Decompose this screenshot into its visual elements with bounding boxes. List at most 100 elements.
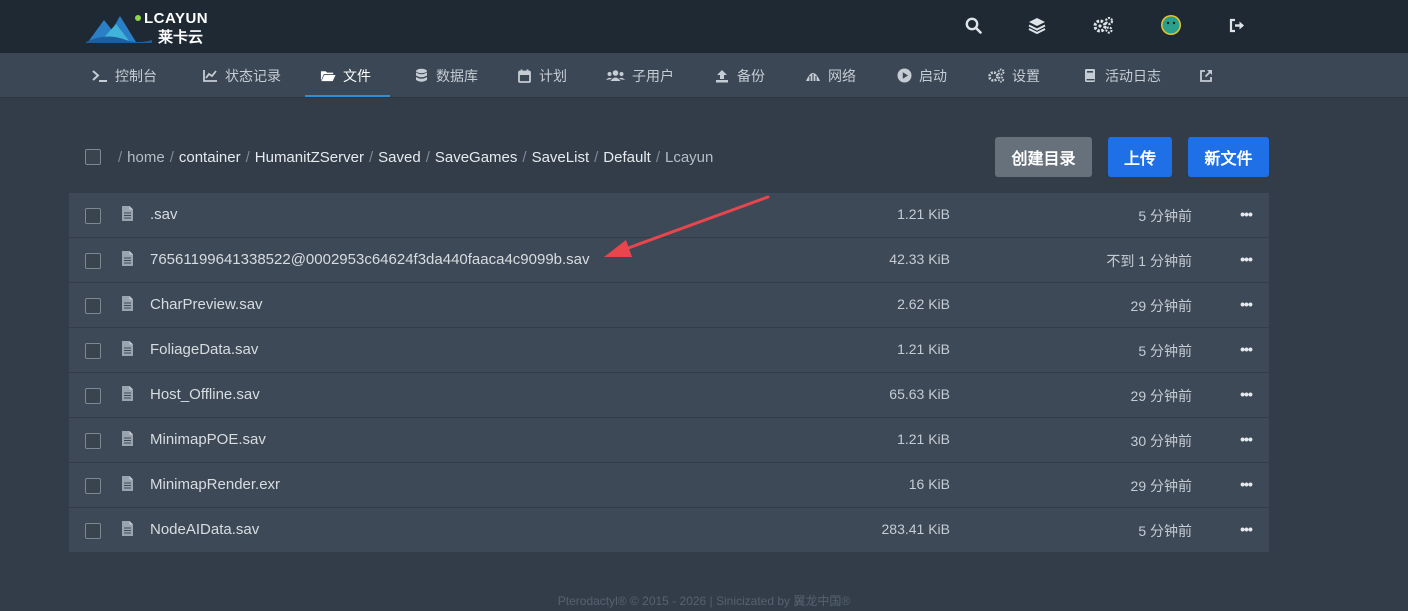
breadcrumb-item[interactable]: home [127, 149, 165, 166]
file-options-button[interactable]: ••• [1239, 341, 1253, 357]
external-link[interactable] [1198, 53, 1214, 98]
file-checkbox[interactable] [85, 343, 101, 359]
tab-files[interactable]: 文件 [320, 53, 371, 98]
file-size: 42.33 KiB [889, 251, 950, 267]
file-name[interactable]: CharPreview.sav [150, 296, 263, 313]
file-modified: 29 分钟前 [1130, 478, 1192, 494]
tab-activity[interactable]: 活动日志 [1082, 53, 1161, 98]
more-options-icon: ••• [1240, 206, 1253, 222]
tab-subusers[interactable]: 子用户 [606, 53, 674, 98]
breadcrumb-item[interactable]: HumanitZServer [255, 149, 364, 166]
tab-label: 启动 [919, 67, 947, 84]
file-options-button[interactable]: ••• [1239, 431, 1253, 447]
file-icon [122, 386, 133, 401]
tab-databases[interactable]: 数据库 [413, 53, 478, 98]
file-size: 1.21 KiB [897, 431, 950, 447]
calendar-icon [516, 68, 532, 84]
file-checkbox[interactable] [85, 208, 101, 224]
file-options-button[interactable]: ••• [1239, 476, 1253, 492]
file-row[interactable]: MinimapRender.exr 16 KiB 29 分钟前 ••• [69, 463, 1269, 508]
file-modified: 5 分钟前 [1138, 343, 1192, 359]
tab-settings[interactable]: 设置 [987, 53, 1040, 98]
file-size: 2.62 KiB [897, 296, 950, 312]
cogs-icon[interactable] [1092, 14, 1114, 36]
file-row[interactable]: .sav 1.21 KiB 5 分钟前 ••• [69, 193, 1269, 238]
tab-label: 设置 [1012, 67, 1040, 84]
file-checkbox[interactable] [85, 433, 101, 449]
file-icon [122, 476, 133, 491]
cogs-icon [987, 68, 1005, 84]
file-row[interactable]: NodeAIData.sav 283.41 KiB 5 分钟前 ••• [69, 508, 1269, 553]
more-options-icon: ••• [1240, 296, 1253, 312]
terminal-icon [92, 68, 108, 84]
breadcrumb-item[interactable]: container [179, 149, 241, 166]
file-row[interactable]: FoliageData.sav 1.21 KiB 5 分钟前 ••• [69, 328, 1269, 373]
tab-schedules[interactable]: 计划 [516, 53, 567, 98]
file-name[interactable]: NodeAIData.sav [150, 521, 259, 538]
file-row[interactable]: 76561199641338522@0002953c64624f3da440fa… [69, 238, 1269, 283]
file-options-button[interactable]: ••• [1239, 521, 1253, 537]
breadcrumb-item[interactable]: SaveGames [435, 149, 518, 166]
logo-text-en: LCAYUN [144, 10, 209, 27]
file-icon [122, 206, 133, 221]
tab-console[interactable]: 控制台 [92, 53, 157, 98]
file-modified: 5 分钟前 [1138, 208, 1192, 224]
new-file-button[interactable]: 新文件 [1188, 137, 1269, 177]
file-row[interactable]: CharPreview.sav 2.62 KiB 29 分钟前 ••• [69, 283, 1269, 328]
active-tab-indicator [305, 95, 390, 97]
file-row[interactable]: MinimapPOE.sav 1.21 KiB 30 分钟前 ••• [69, 418, 1269, 463]
sign-out-icon[interactable] [1226, 14, 1248, 36]
server-nav: 控制台 状态记录 文件 数据库 计划 子用户 备份 网络 启动 设置 活动日志 [0, 53, 1408, 98]
file-name[interactable]: MinimapRender.exr [150, 476, 280, 493]
file-name[interactable]: Host_Offline.sav [150, 386, 260, 403]
file-size: 65.63 KiB [889, 386, 950, 402]
tab-label: 子用户 [632, 67, 674, 84]
file-row[interactable]: Host_Offline.sav 65.63 KiB 29 分钟前 ••• [69, 373, 1269, 418]
more-options-icon: ••• [1240, 251, 1253, 267]
file-icon [122, 431, 133, 446]
upload-icon [714, 68, 730, 84]
file-name[interactable]: .sav [150, 206, 178, 223]
logo[interactable]: LCAYUN 莱卡云 [86, 8, 226, 46]
file-icon [122, 296, 133, 311]
tab-network[interactable]: 网络 [805, 53, 856, 98]
create-directory-button[interactable]: 创建目录 [995, 137, 1092, 177]
logo-text-cn: 莱卡云 [158, 29, 204, 46]
search-icon[interactable] [962, 14, 984, 36]
breadcrumb-item[interactable]: SaveList [532, 149, 590, 166]
file-name[interactable]: MinimapPOE.sav [150, 431, 266, 448]
file-name[interactable]: FoliageData.sav [150, 341, 258, 358]
more-options-icon: ••• [1240, 431, 1253, 447]
tab-label: 文件 [343, 67, 371, 84]
file-modified: 29 分钟前 [1130, 298, 1192, 314]
select-all-checkbox[interactable] [85, 149, 101, 165]
tab-stats[interactable]: 状态记录 [202, 53, 281, 98]
avatar[interactable] [1160, 14, 1182, 36]
breadcrumb-item[interactable]: Saved [378, 149, 421, 166]
tab-backups[interactable]: 备份 [714, 53, 765, 98]
file-modified: 5 分钟前 [1138, 523, 1192, 539]
breadcrumb-item[interactable]: Default [603, 149, 651, 166]
file-checkbox[interactable] [85, 523, 101, 539]
file-size: 1.21 KiB [897, 206, 950, 222]
file-modified: 29 分钟前 [1130, 388, 1192, 404]
file-options-button[interactable]: ••• [1239, 251, 1253, 267]
file-checkbox[interactable] [85, 298, 101, 314]
folder-open-icon [320, 68, 336, 84]
tab-startup[interactable]: 启动 [896, 53, 947, 98]
file-checkbox[interactable] [85, 478, 101, 494]
file-checkbox[interactable] [85, 388, 101, 404]
upload-button[interactable]: 上传 [1108, 137, 1172, 177]
layers-icon[interactable] [1026, 14, 1048, 36]
more-options-icon: ••• [1240, 386, 1253, 402]
external-link-icon [1198, 68, 1214, 84]
file-list: .sav 1.21 KiB 5 分钟前 ••• 7656119964133852… [69, 193, 1269, 552]
file-name[interactable]: 76561199641338522@0002953c64624f3da440fa… [150, 251, 590, 268]
file-options-button[interactable]: ••• [1239, 386, 1253, 402]
file-checkbox[interactable] [85, 253, 101, 269]
file-options-button[interactable]: ••• [1239, 206, 1253, 222]
file-size: 1.21 KiB [897, 341, 950, 357]
file-icon [122, 251, 133, 266]
play-circle-icon [896, 68, 912, 84]
file-options-button[interactable]: ••• [1239, 296, 1253, 312]
